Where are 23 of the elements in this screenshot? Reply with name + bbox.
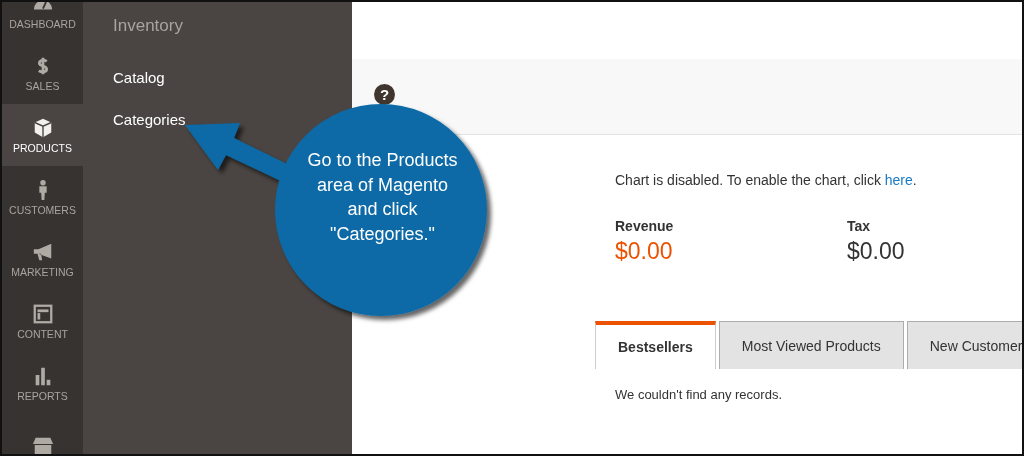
dashboard-tab[interactable]: Bestsellers [595,321,716,369]
total-value: $0.00 [615,238,674,265]
nav-item[interactable]: SALES [2,42,83,104]
chart-notice: Chart is disabled. To enable the chart, click here. [615,172,918,188]
nav-item[interactable]: MARKETING [2,228,83,290]
nav-item[interactable]: DASHBOARD [2,2,83,42]
nav-item[interactable]: PRODUCTS [2,104,83,166]
empty-message: We couldn't find any records. [615,387,783,402]
enable-chart-link[interactable]: here [884,172,913,188]
submenu-link[interactable]: Categories [113,111,186,128]
submenu-title: Inventory [113,16,183,36]
total-label: Tax [847,218,872,234]
nav-item[interactable]: CONTENT [2,290,83,352]
nav-item[interactable]: REPORTS [2,352,83,414]
total-value: $0.00 [847,238,906,265]
dashboard-tab[interactable]: Most Viewed Products [718,321,904,369]
dashboard-tab[interactable]: New Customer [906,321,1022,369]
help-icon[interactable]: ? [374,83,395,105]
layout-icon [31,302,54,325]
callout-text: Go to the Products area of Magento and click "Categories." [306,149,459,246]
total-label: Revenue [615,218,675,234]
nav-item[interactable]: CUSTOMERS [2,166,83,228]
submenu-link[interactable]: Catalog [113,69,165,86]
